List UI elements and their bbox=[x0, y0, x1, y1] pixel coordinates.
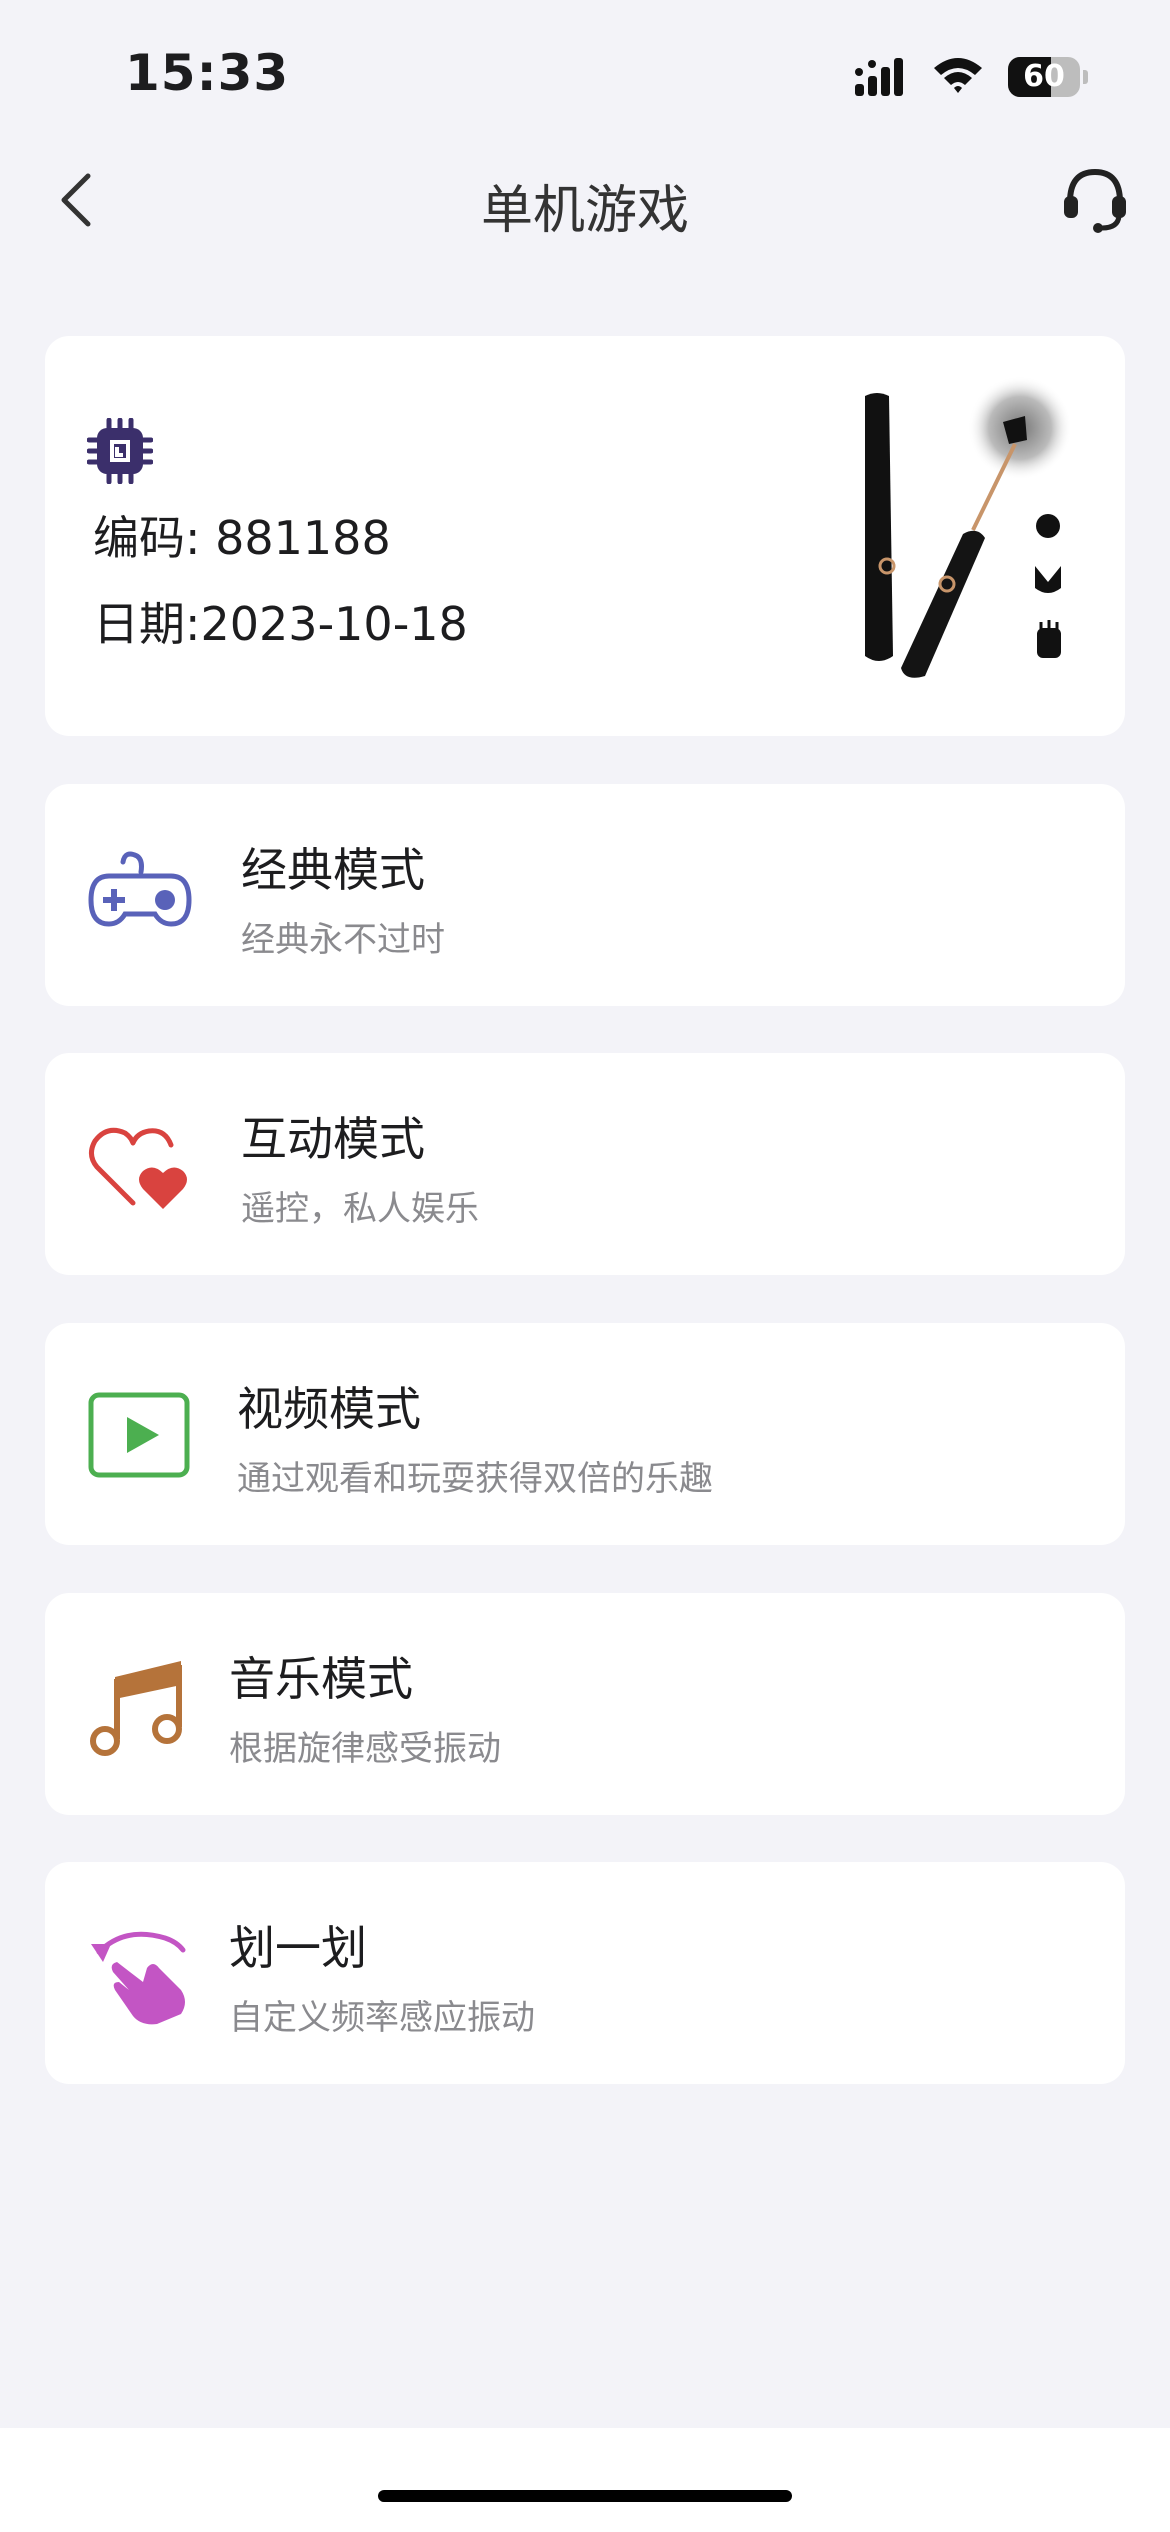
wifi-icon bbox=[934, 58, 982, 93]
video-play-icon bbox=[88, 1392, 190, 1478]
mode-subtitle: 自定义频率感应振动 bbox=[229, 1998, 535, 2038]
music-note-icon bbox=[90, 1661, 182, 1756]
support-button[interactable] bbox=[1060, 164, 1130, 234]
signal-icon bbox=[855, 58, 903, 96]
mode-title: 互动模式 bbox=[241, 1112, 425, 1166]
swipe-hand-icon bbox=[91, 1931, 186, 2025]
page-title: 单机游戏 bbox=[480, 181, 689, 241]
battery-icon: 60 bbox=[1008, 57, 1088, 97]
battery-percent: 60 bbox=[1023, 59, 1065, 94]
device-info-card: 编码: 881188 日期:2023-10-18 bbox=[45, 336, 1125, 736]
mode-title: 音乐模式 bbox=[229, 1652, 413, 1706]
mode-subtitle: 遥控，私人娱乐 bbox=[241, 1189, 479, 1229]
mode-subtitle: 根据旋律感受振动 bbox=[229, 1729, 501, 1769]
mode-card-video[interactable]: 视频模式 通过观看和玩耍获得双倍的乐趣 bbox=[45, 1323, 1125, 1545]
mode-card-interactive[interactable]: 互动模式 遥控，私人娱乐 bbox=[45, 1053, 1125, 1275]
status-time: 15:33 bbox=[125, 44, 290, 102]
mode-title: 划一划 bbox=[229, 1921, 367, 1975]
chip-icon bbox=[87, 418, 153, 484]
vibrator-product-image bbox=[865, 376, 1072, 678]
mode-subtitle: 通过观看和玩耍获得双倍的乐趣 bbox=[237, 1459, 713, 1499]
device-date: 日期:2023-10-18 bbox=[93, 597, 468, 651]
device-code: 编码: 881188 bbox=[93, 511, 391, 565]
mode-card-classic[interactable]: 经典模式 经典永不过时 bbox=[45, 784, 1125, 1006]
status-bar: 15:33 60 bbox=[0, 0, 1170, 150]
home-indicator[interactable] bbox=[378, 2490, 792, 2502]
mode-title: 视频模式 bbox=[237, 1382, 421, 1436]
mode-card-music[interactable]: 音乐模式 根据旋律感受振动 bbox=[45, 1593, 1125, 1815]
gamepad-icon bbox=[88, 851, 192, 927]
mode-title: 经典模式 bbox=[241, 843, 425, 897]
hearts-icon bbox=[89, 1127, 187, 1209]
mode-card-swipe[interactable]: 划一划 自定义频率感应振动 bbox=[45, 1862, 1125, 2084]
mode-subtitle: 经典永不过时 bbox=[241, 920, 445, 960]
nav-bar: 单机游戏 bbox=[0, 150, 1170, 250]
headset-icon bbox=[1064, 168, 1126, 233]
bottom-safe-area bbox=[0, 2428, 1170, 2532]
